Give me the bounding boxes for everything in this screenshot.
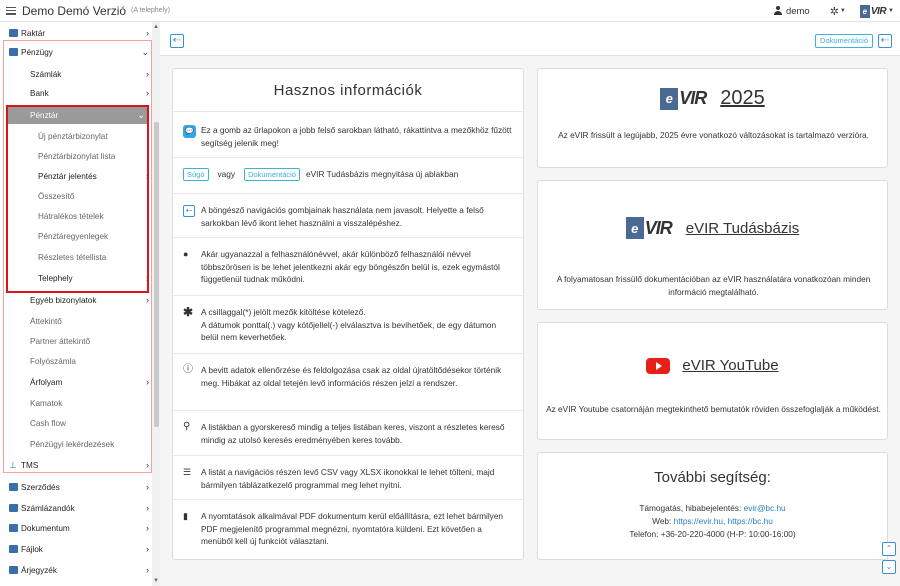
- documentation-button[interactable]: Dokumentáció: [815, 34, 873, 48]
- user-icon: ●: [183, 249, 189, 259]
- sidebar-item-label: Számlázandók: [21, 503, 75, 513]
- news-title-link[interactable]: 2025: [720, 87, 765, 110]
- info-item-pdf: ▮ A nyomtatások alkalmával PDF dokumentu…: [183, 511, 504, 546]
- info-item-help-button: 💬 Ez a gomb az űrlapokon a jobb felső sa…: [183, 124, 515, 149]
- info-icon: ⓘ: [183, 364, 193, 375]
- scroll-top-button[interactable]: ⌃: [882, 542, 896, 556]
- back-button[interactable]: ⇠: [170, 34, 184, 48]
- info-item-back: ⇠ A böngésző navigációs gombjainak haszn…: [183, 204, 515, 229]
- app-title: Demo Demó Verzió: [22, 3, 127, 18]
- info-item-search: ⚲ A listákban a gyorskereső mindig a tel…: [183, 421, 505, 445]
- logo-vir: VIR: [870, 5, 887, 17]
- evir-logo: e VIR: [625, 217, 686, 239]
- gear-icon[interactable]: ✲: [830, 5, 839, 18]
- chevron-right-icon: ›: [146, 523, 149, 533]
- useful-info-card: Hasznos információk 💬 Ez a gomb az űrlap…: [172, 68, 524, 560]
- knowledge-base-card[interactable]: e VIR eVIR Tudásbázis A folyamatosan fris…: [537, 180, 888, 310]
- sidebar-item-számlázandók[interactable]: Számlázandók ›: [0, 500, 152, 516]
- contract-icon: [9, 483, 18, 491]
- list-icon: ☰: [183, 467, 192, 477]
- user-icon[interactable]: [773, 6, 783, 16]
- support-line: Támogatás, hibabejelentés: evir@bc.hu: [639, 503, 786, 513]
- web-links[interactable]: https://evir.hu, https://bc.hu: [674, 516, 773, 526]
- news-card[interactable]: e VIR 2025 Az eVIR frissült a legújabb, 2…: [537, 68, 888, 168]
- pdf-icon: ▮: [183, 511, 188, 521]
- info-item-validation: ⓘ A bevitt adatok ellenőrzése és feldolg…: [183, 364, 502, 388]
- settings-dropdown-caret-icon[interactable]: ▼: [840, 8, 846, 14]
- file-icon: [9, 545, 18, 553]
- content-toolbar: ⇠ Dokumentáció ⇠: [160, 22, 900, 56]
- invoice-icon: [9, 504, 18, 512]
- search-icon: ⚲: [183, 421, 191, 432]
- support-email-link[interactable]: evir@bc.hu: [744, 503, 786, 513]
- tag-icon: [9, 566, 18, 574]
- top-bar: Demo Demó Verzió (A telephely) demo ✲ ▼ …: [0, 0, 900, 22]
- help-button[interactable]: Súgó: [183, 168, 209, 181]
- scroll-up-icon[interactable]: ▲: [153, 24, 159, 30]
- back-button-right[interactable]: ⇠: [878, 34, 892, 48]
- app-subtitle: (A telephely): [131, 7, 170, 14]
- chevron-right-icon: ›: [146, 503, 149, 513]
- knowledge-base-link[interactable]: eVIR Tudásbázis: [686, 220, 799, 237]
- useful-info-title: Hasznos információk: [173, 69, 523, 112]
- evir-logo: e VIR: [660, 87, 720, 110]
- sidebar-item-label: Raktár: [21, 28, 46, 38]
- evir-logo-menu[interactable]: e VIR ▼: [859, 4, 894, 18]
- phone-line: Telefon: +36-20-220-4000 (H-P: 10:00-16:…: [629, 529, 796, 539]
- sidebar-item-fájlok[interactable]: Fájlok ›: [0, 541, 152, 557]
- sidebar-item-dokumentum[interactable]: Dokumentum ›: [0, 520, 152, 536]
- scroll-down-icon[interactable]: ▼: [153, 578, 159, 584]
- sidebar: Raktár › Pénzügy ⌄ Számlák › Bank › Pénztár ⌄ Új p…: [0, 22, 160, 586]
- main-content: ⇠ Dokumentáció ⇠ Hasznos információk 💬 E…: [160, 22, 900, 586]
- chevron-right-icon: ›: [146, 544, 149, 554]
- sidebar-item-árjegyzék[interactable]: Árjegyzék ›: [0, 562, 152, 578]
- chevron-right-icon: ›: [146, 28, 149, 38]
- further-help-title: További segítség:: [654, 469, 771, 486]
- news-description: Az eVIR frissült a legújabb, 2025 évre v…: [558, 130, 869, 140]
- chevron-right-icon: ›: [146, 565, 149, 575]
- warehouse-icon: [9, 29, 18, 37]
- document-icon: [9, 524, 18, 532]
- info-item-required: ✱ A csillaggal(*) jelölt mezők kitöltése…: [183, 305, 497, 342]
- highlight-frame-penztar: [6, 105, 149, 293]
- hamburger-menu-icon[interactable]: [6, 6, 16, 15]
- further-help-card: További segítség: Támogatás, hibabejelen…: [537, 452, 888, 560]
- sidebar-item-szerződés[interactable]: Szerződés ›: [0, 479, 152, 495]
- knowledge-base-description: A folyamatosan frissülő dokumentációban …: [556, 274, 871, 297]
- sidebar-scrollbar[interactable]: ▲ ▼: [152, 22, 160, 586]
- youtube-description: Az eVIR Youtube csatornáján megtekinthet…: [546, 404, 881, 414]
- info-item-export: ☰ A listát a navigációs részen levő CSV …: [183, 467, 495, 490]
- asterisk-icon: ✱: [183, 305, 194, 319]
- back-icon: ⇠: [183, 205, 195, 217]
- youtube-link[interactable]: eVIR YouTube: [682, 357, 778, 374]
- web-line: Web: https://evir.hu, https://bc.hu: [652, 516, 773, 526]
- sidebar-item-label: Fájlok: [21, 544, 43, 554]
- chevron-right-icon: ›: [146, 482, 149, 492]
- youtube-card[interactable]: eVIR YouTube Az eVIR Youtube csatornáján…: [537, 322, 888, 440]
- sidebar-item-label: Árjegyzék: [21, 565, 57, 575]
- chat-icon: 💬: [183, 125, 196, 138]
- info-item-multi-login: ● Akár ugyanazzal a felhasználónévvel, a…: [183, 249, 500, 284]
- youtube-icon: [646, 357, 671, 374]
- documentation-button-inline[interactable]: Dokumentáció: [244, 168, 301, 181]
- sidebar-item-label: Szerződés: [21, 482, 60, 492]
- chevron-down-icon: ▼: [888, 8, 894, 14]
- info-item-help-links: Súgó vagy Dokumentáció eVIR Tudásbázis m…: [183, 168, 515, 181]
- scroll-bottom-button[interactable]: ⌄: [882, 560, 896, 574]
- sidebar-scroll-thumb[interactable]: [154, 122, 159, 427]
- sidebar-item-label: Dokumentum: [21, 523, 70, 533]
- user-name[interactable]: demo: [786, 6, 810, 17]
- logo-e: e: [859, 4, 870, 18]
- sidebar-item-raktár[interactable]: Raktár ›: [0, 25, 152, 41]
